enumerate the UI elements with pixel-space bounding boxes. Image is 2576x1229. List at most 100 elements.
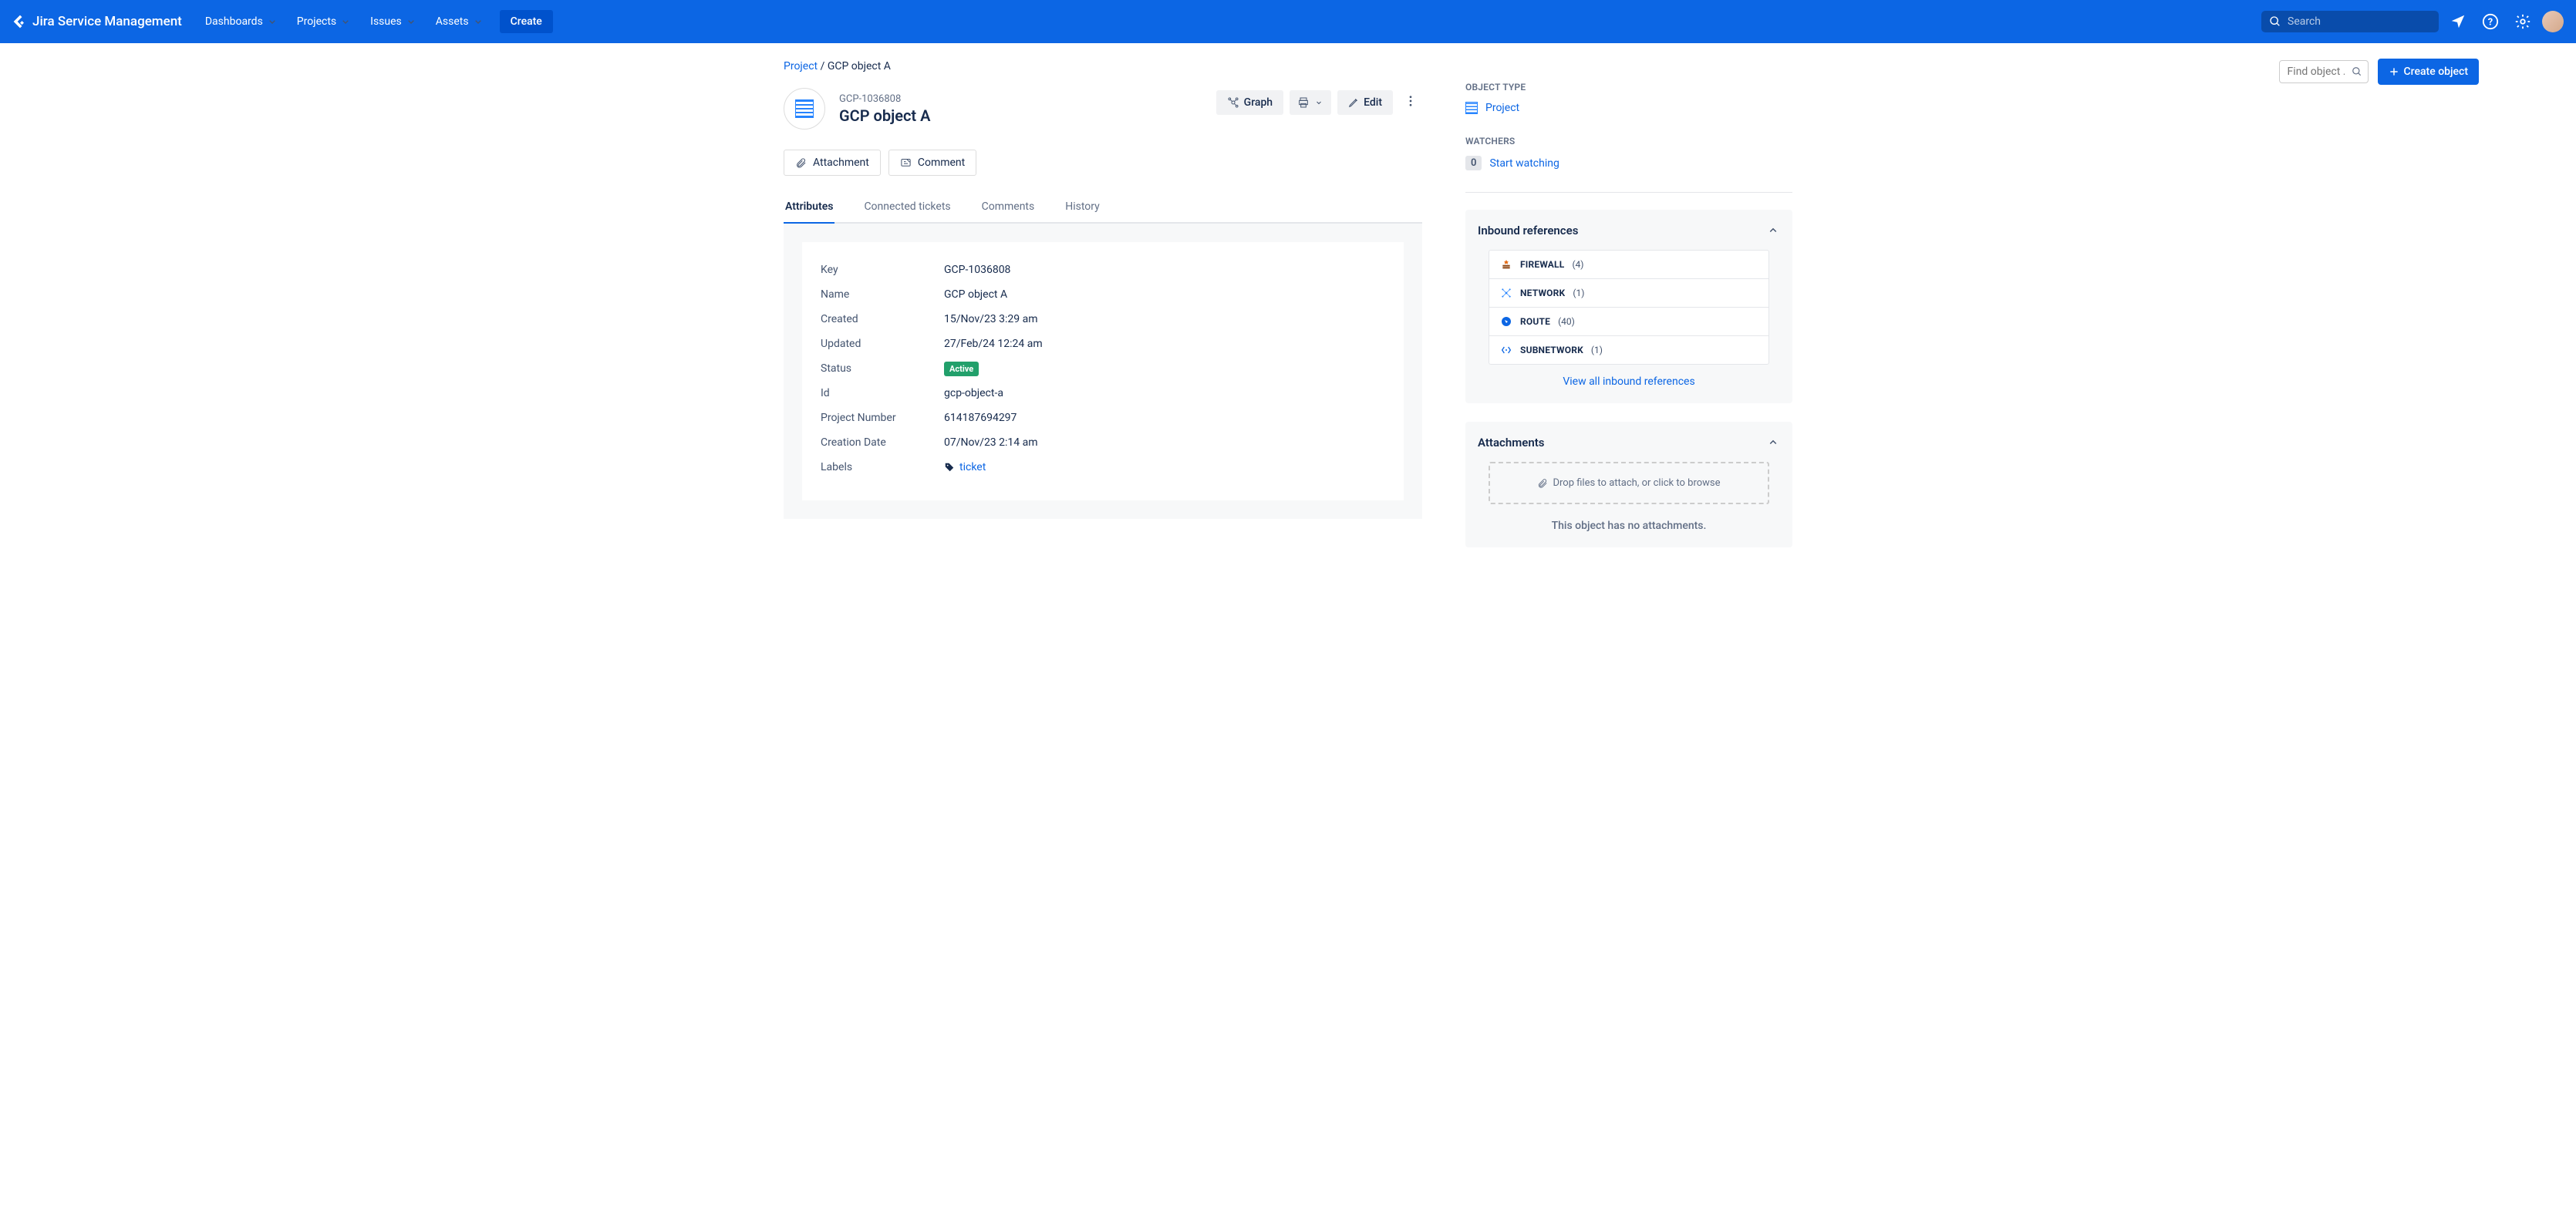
chevron-down-icon	[266, 15, 278, 28]
comment-button[interactable]: Comment	[888, 150, 976, 176]
attachment-button[interactable]: Attachment	[784, 150, 881, 176]
breadcrumb: Project / GCP object A	[784, 60, 891, 72]
attachments-panel: Attachments Drop files to attach, or cli…	[1465, 422, 1792, 547]
attribute-row: Project Number614187694297	[821, 406, 1385, 430]
search-icon	[2352, 66, 2362, 77]
attribute-label: Labels	[821, 461, 944, 476]
chevron-down-icon	[405, 15, 417, 28]
attribute-row: Idgcp-object-a	[821, 381, 1385, 406]
tab-history[interactable]: History	[1064, 193, 1101, 222]
nav-issues[interactable]: Issues	[362, 11, 425, 32]
pencil-icon	[1348, 97, 1359, 108]
attribute-value: 15/Nov/23 3:29 am	[944, 313, 1385, 325]
brand-text: Jira Service Management	[32, 14, 182, 29]
tab-comments[interactable]: Comments	[980, 193, 1037, 222]
status-badge: Active	[944, 362, 979, 376]
ref-count: (1)	[1573, 288, 1584, 298]
notifications-icon[interactable]	[2445, 8, 2471, 35]
attribute-label: Status	[821, 362, 944, 375]
avatar[interactable]	[2542, 11, 2564, 32]
attribute-value: 07/Nov/23 2:14 am	[944, 436, 1385, 449]
attribute-value: GCP-1036808	[944, 264, 1385, 276]
attribute-value: Active	[944, 362, 1385, 375]
attachments-heading: Attachments	[1478, 436, 1544, 450]
attribute-label: Key	[821, 264, 944, 276]
chevron-down-icon	[1314, 98, 1323, 107]
attribute-label: Name	[821, 288, 944, 301]
inbound-ref-item[interactable]: FIREWALL (4)	[1489, 251, 1768, 279]
tabs: Attributes Connected tickets Comments Hi…	[784, 193, 1422, 224]
attribute-value: gcp-object-a	[944, 387, 1385, 399]
search-icon	[2269, 15, 2281, 28]
attachment-icon	[795, 157, 807, 169]
chevron-up-icon[interactable]	[1766, 224, 1780, 237]
attribute-value: GCP object A	[944, 288, 1385, 301]
attribute-label: Id	[821, 387, 944, 399]
nav-assets[interactable]: Assets	[428, 11, 492, 32]
ref-name: SUBNETWORK	[1520, 345, 1583, 355]
more-button[interactable]	[1399, 88, 1422, 117]
global-search[interactable]	[2261, 11, 2439, 32]
global-search-input[interactable]	[2288, 15, 2431, 28]
brand[interactable]: Jira Service Management	[12, 14, 182, 29]
plus-icon	[2389, 66, 2399, 77]
no-attachments-text: This object has no attachments.	[1478, 520, 1780, 532]
help-icon[interactable]: ?	[2477, 8, 2504, 35]
start-watching-link[interactable]: Start watching	[1489, 157, 1559, 170]
ref-name: NETWORK	[1520, 288, 1565, 298]
chevron-down-icon	[472, 15, 484, 28]
settings-icon[interactable]	[2510, 8, 2536, 35]
tab-attributes[interactable]: Attributes	[784, 193, 835, 222]
attribute-row: Created15/Nov/23 3:29 am	[821, 307, 1385, 332]
ref-count: (1)	[1591, 345, 1603, 355]
svg-text:?: ?	[2488, 17, 2493, 29]
tab-connected-tickets[interactable]: Connected tickets	[862, 193, 952, 222]
create-button[interactable]: Create	[500, 10, 553, 33]
label-chip[interactable]: ticket	[944, 461, 986, 473]
attachment-dropzone[interactable]: Drop files to attach, or click to browse	[1489, 462, 1769, 504]
ref-name: FIREWALL	[1520, 259, 1564, 270]
graph-icon	[1227, 96, 1239, 109]
attribute-label: Creation Date	[821, 436, 944, 449]
print-button[interactable]	[1290, 90, 1331, 115]
attribute-label: Project Number	[821, 412, 944, 424]
view-all-inbound-link[interactable]: View all inbound references	[1478, 375, 1780, 388]
attribute-row: Creation Date07/Nov/23 2:14 am	[821, 430, 1385, 455]
nav-dashboards[interactable]: Dashboards	[197, 11, 286, 32]
attribute-value: ticket	[944, 461, 1385, 476]
create-object-button[interactable]: Create object	[2378, 59, 2479, 85]
attribute-row: KeyGCP-1036808	[821, 258, 1385, 282]
firewall-icon	[1500, 258, 1512, 271]
object-type-icon	[784, 88, 825, 130]
attribute-label: Created	[821, 313, 944, 325]
more-vertical-icon	[1404, 94, 1418, 108]
attribute-row: NameGCP object A	[821, 282, 1385, 307]
main-content: Project / GCP object A GCP-1036808 GCP o…	[784, 43, 1422, 566]
object-title-block: GCP-1036808 GCP object A	[784, 88, 930, 130]
nav-projects[interactable]: Projects	[289, 11, 359, 32]
inbound-ref-item[interactable]: ROUTE (40)	[1489, 308, 1768, 336]
tag-icon	[944, 462, 955, 473]
inbound-ref-item[interactable]: SUBNETWORK (1)	[1489, 336, 1768, 364]
nav-items: Dashboards Projects Issues Assets Create	[197, 10, 553, 33]
breadcrumb-current: GCP object A	[828, 60, 891, 72]
inbound-references-panel: Inbound references FIREWALL (4)NETWORK (…	[1465, 210, 1792, 403]
ref-count: (4)	[1572, 259, 1583, 270]
inbound-heading: Inbound references	[1478, 224, 1578, 237]
ref-name: ROUTE	[1520, 316, 1550, 327]
object-name: GCP object A	[839, 106, 930, 125]
breadcrumb-project[interactable]: Project	[784, 60, 818, 72]
graph-button[interactable]: Graph	[1216, 90, 1283, 115]
edit-button[interactable]: Edit	[1337, 90, 1393, 115]
print-icon	[1297, 96, 1310, 109]
attribute-label: Updated	[821, 338, 944, 350]
chevron-down-icon	[339, 15, 352, 28]
object-type-link[interactable]: Project	[1465, 102, 1792, 114]
attribute-row: Labelsticket	[821, 455, 1385, 482]
chevron-up-icon[interactable]	[1766, 436, 1780, 450]
attribute-value: 27/Feb/24 12:24 am	[944, 338, 1385, 350]
attribute-row: Updated27/Feb/24 12:24 am	[821, 332, 1385, 356]
route-icon	[1500, 315, 1512, 328]
inbound-ref-item[interactable]: NETWORK (1)	[1489, 279, 1768, 308]
object-type-heading: OBJECT TYPE	[1465, 82, 1792, 93]
